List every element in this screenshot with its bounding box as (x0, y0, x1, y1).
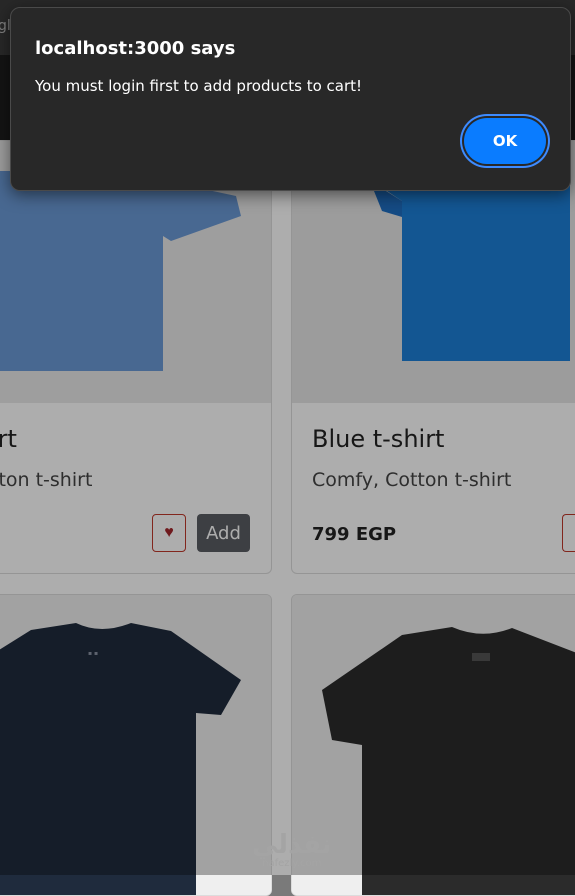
alert-dialog: localhost:3000 says You must login first… (10, 7, 571, 191)
dialog-title: localhost:3000 says (35, 38, 236, 59)
dialog-message: You must login first to add products to … (35, 77, 363, 95)
ok-button[interactable]: OK (464, 118, 546, 164)
